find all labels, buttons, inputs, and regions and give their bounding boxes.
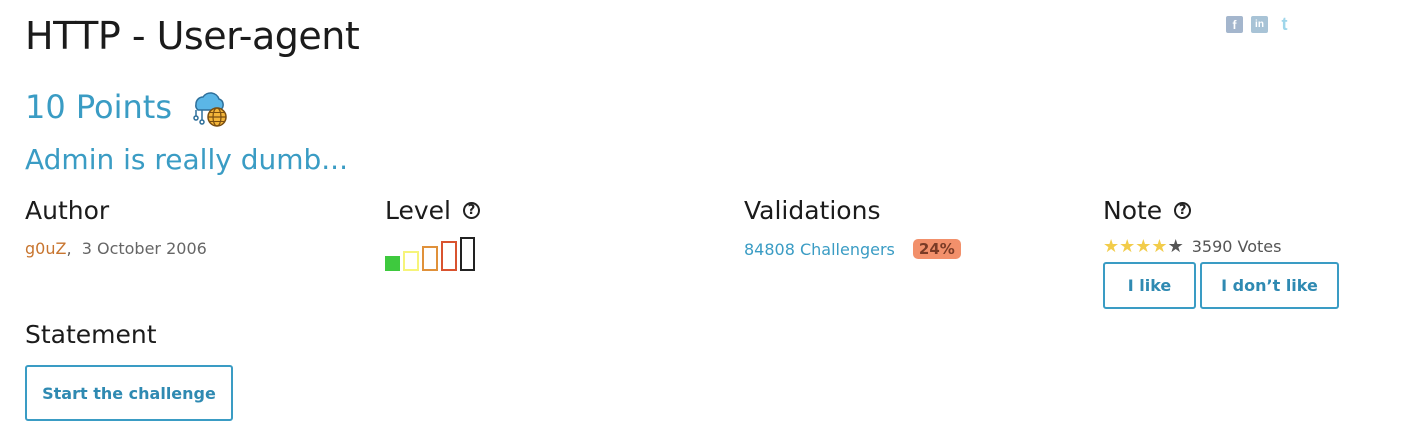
page-title: HTTP - User-agent bbox=[25, 14, 360, 58]
votes-row: ★ ★ ★ ★ ★ 3590 Votes bbox=[1103, 237, 1339, 256]
note-heading: Note bbox=[1103, 196, 1163, 225]
level-heading-row: Level ? bbox=[385, 196, 480, 225]
twitter-icon[interactable]: t bbox=[1276, 14, 1293, 34]
level-bar-3 bbox=[422, 246, 438, 271]
star-icon: ★ bbox=[1167, 235, 1184, 257]
level-bar-5 bbox=[460, 237, 475, 271]
challenge-subtitle: Admin is really dumb... bbox=[25, 143, 348, 176]
points-row: 10 Points bbox=[25, 86, 230, 128]
level-bar-1 bbox=[385, 256, 400, 271]
rating-stars: ★ ★ ★ ★ ★ bbox=[1103, 235, 1184, 257]
facebook-icon[interactable]: f bbox=[1226, 16, 1243, 33]
star-icon: ★ bbox=[1119, 235, 1136, 257]
star-icon: ★ bbox=[1103, 235, 1120, 257]
author-heading: Author bbox=[25, 196, 110, 225]
level-bar-2 bbox=[403, 251, 419, 271]
level-bar-4 bbox=[441, 241, 457, 271]
author-date: 3 October 2006 bbox=[81, 239, 207, 258]
like-button[interactable]: I like bbox=[1103, 262, 1196, 309]
author-info: g0uZ, 3 October 2006 bbox=[25, 239, 207, 258]
level-indicator bbox=[385, 235, 480, 271]
vote-buttons: I like I don’t like bbox=[1103, 262, 1339, 309]
statement-heading: Statement bbox=[25, 320, 157, 349]
author-section: Author g0uZ, 3 October 2006 bbox=[25, 196, 207, 258]
votes-count: 3590 Votes bbox=[1191, 237, 1282, 256]
help-icon[interactable]: ? bbox=[1174, 202, 1192, 219]
social-share: f in t bbox=[1226, 14, 1293, 34]
web-server-icon bbox=[188, 86, 230, 128]
points-value: 10 Points bbox=[25, 88, 173, 126]
validations-section: Validations 84808 Challengers 24% bbox=[744, 196, 961, 259]
validations-heading: Validations bbox=[744, 196, 881, 225]
note-section: Note ? ★ ★ ★ ★ ★ 3590 Votes I like I don’t l… bbox=[1103, 196, 1339, 309]
level-heading: Level bbox=[385, 196, 451, 225]
validation-percent-badge: 24% bbox=[912, 239, 961, 259]
note-heading-row: Note ? bbox=[1103, 196, 1339, 225]
level-section: Level ? bbox=[385, 196, 480, 271]
star-icon: ★ bbox=[1135, 235, 1152, 257]
challengers-link[interactable]: 84808 Challengers bbox=[744, 240, 895, 259]
author-separator: , bbox=[66, 239, 72, 258]
dislike-button[interactable]: I don’t like bbox=[1200, 262, 1339, 309]
help-icon[interactable]: ? bbox=[463, 202, 480, 219]
validations-info: 84808 Challengers 24% bbox=[744, 239, 961, 259]
author-link[interactable]: g0uZ bbox=[25, 239, 66, 258]
star-icon: ★ bbox=[1151, 235, 1168, 257]
start-challenge-button[interactable]: Start the challenge bbox=[25, 365, 233, 421]
linkedin-icon[interactable]: in bbox=[1251, 16, 1268, 33]
